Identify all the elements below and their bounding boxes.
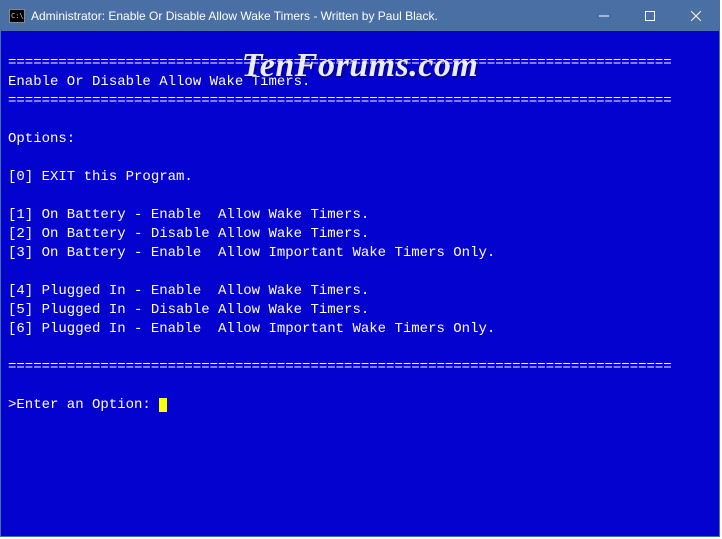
window-title: Administrator: Enable Or Disable Allow W… bbox=[31, 9, 581, 23]
header-line: Enable Or Disable Allow Wake Timers. bbox=[8, 74, 310, 90]
maximize-button[interactable] bbox=[627, 1, 673, 31]
cmd-icon: C:\ bbox=[9, 9, 25, 23]
divider-mid: ========================================… bbox=[8, 93, 672, 109]
console-body[interactable]: ========================================… bbox=[1, 31, 719, 536]
minimize-button[interactable] bbox=[581, 1, 627, 31]
window-controls bbox=[581, 1, 719, 31]
option-0: [0] EXIT this Program. bbox=[8, 169, 193, 185]
option-4: [4] Plugged In - Enable Allow Wake Timer… bbox=[8, 283, 369, 299]
divider-bottom: ========================================… bbox=[8, 359, 672, 375]
console-window: C:\ Administrator: Enable Or Disable All… bbox=[0, 0, 720, 537]
titlebar[interactable]: C:\ Administrator: Enable Or Disable All… bbox=[1, 1, 719, 31]
prompt: >Enter an Option: bbox=[8, 397, 159, 413]
option-5: [5] Plugged In - Disable Allow Wake Time… bbox=[8, 302, 369, 318]
option-2: [2] On Battery - Disable Allow Wake Time… bbox=[8, 226, 369, 242]
divider-top: ========================================… bbox=[8, 55, 672, 71]
cursor bbox=[159, 398, 167, 412]
options-label: Options: bbox=[8, 131, 75, 147]
close-button[interactable] bbox=[673, 1, 719, 31]
option-1: [1] On Battery - Enable Allow Wake Timer… bbox=[8, 207, 369, 223]
option-6: [6] Plugged In - Enable Allow Important … bbox=[8, 321, 495, 337]
option-3: [3] On Battery - Enable Allow Important … bbox=[8, 245, 495, 261]
